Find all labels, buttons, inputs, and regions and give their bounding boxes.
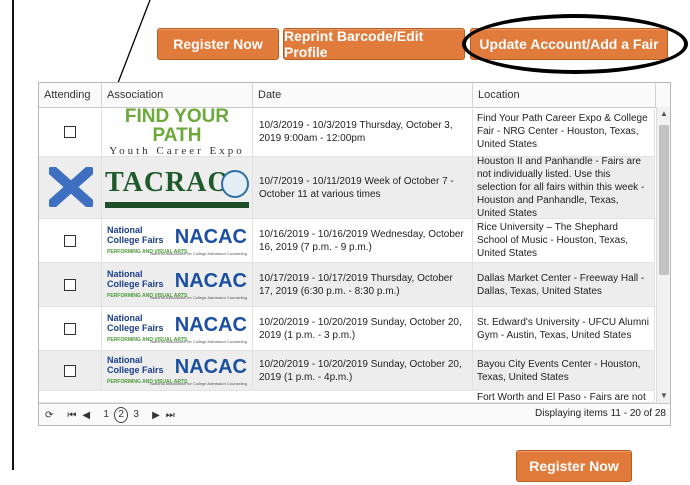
prev-page-icon[interactable]: ◀ xyxy=(82,410,90,421)
date-cell: 10/16/2019 - 10/16/2019 Wednesday, Octob… xyxy=(253,219,473,262)
table-row[interactable]: National College Fairs PERFORMING AND VISU… xyxy=(39,219,655,263)
scroll-up-icon[interactable]: ▲ xyxy=(657,107,670,121)
vertical-scrollbar[interactable]: ▲ ▼ xyxy=(656,107,670,403)
date-cell: 10/7/2019 - 10/11/2019 Week of October 7… xyxy=(253,157,473,218)
location-cell: Find Your Path Career Expo & College Fai… xyxy=(473,107,655,156)
last-page-icon[interactable]: ⏭ xyxy=(166,410,175,421)
first-page-icon[interactable]: ⏮ xyxy=(67,410,76,421)
column-header-date[interactable]: Date xyxy=(253,83,473,107)
logo-right-sub: National Association for College Admissi… xyxy=(150,338,247,344)
association-cell: National College Fairs PERFORMING AND VISU… xyxy=(102,263,253,306)
table-row[interactable]: FIND YOUR PATH Youth Career Expo 10/3/20… xyxy=(39,107,655,157)
grid-header: Attending Association Date Location xyxy=(39,83,670,108)
location-cell: St. Edward's University - UFCU Alumni Gy… xyxy=(473,307,655,350)
attending-cell xyxy=(39,351,102,390)
logo-bar xyxy=(105,201,249,208)
register-now-button[interactable]: Register Now xyxy=(157,28,279,60)
table-row[interactable]: National College Fairs PERFORMING AND VISU… xyxy=(39,263,655,307)
column-header-association[interactable]: Association xyxy=(102,83,253,107)
scroll-down-icon[interactable]: ▼ xyxy=(657,389,670,403)
tacrao-logo: TACRAO xyxy=(105,167,249,208)
logo-right-sub: National Association for College Admissi… xyxy=(150,250,247,256)
logo-right: NACAC xyxy=(174,313,247,336)
location-cell: Rice University – The Shephard School of… xyxy=(473,219,655,262)
table-row[interactable]: National College Fairs PERFORMING AND VISU… xyxy=(39,307,655,351)
annotation-vertical-line xyxy=(12,0,14,470)
nacac-logo: National College Fairs PERFORMING AND VISU… xyxy=(107,222,247,260)
logo-right-sub: National Association for College Admissi… xyxy=(150,294,247,300)
attending-checkbox[interactable] xyxy=(64,125,76,138)
date-cell: 10/20/2019 - 10/20/2019 Sunday, October … xyxy=(253,351,473,390)
attending-cell xyxy=(39,219,102,262)
attending-checkbox[interactable] xyxy=(64,278,76,291)
attending-cell xyxy=(39,307,102,350)
nacac-logo: National College Fairs PERFORMING AND VISU… xyxy=(107,266,247,304)
table-row[interactable]: Fort Worth and El Paso - Fairs are not xyxy=(39,391,655,403)
register-now-bottom-button[interactable]: Register Now xyxy=(516,450,632,482)
grid-pager: ⟳ ⏮ ◀ 1 2 3 ▶ ⏭ Displaying items 11 - 20… xyxy=(39,403,670,425)
column-header-attending[interactable]: Attending xyxy=(39,83,102,107)
nacac-logo: National College Fairs PERFORMING AND VISU… xyxy=(107,352,247,390)
date-cell: 10/17/2019 - 10/17/2019 Thursday, Octobe… xyxy=(253,263,473,306)
update-account-button[interactable]: Update Account/Add a Fair xyxy=(470,28,668,60)
location-cell: Houston II and Panhandle - Fairs are not… xyxy=(473,156,655,219)
association-cell: National College Fairs PERFORMING AND VISU… xyxy=(102,219,253,262)
logo-right: NACAC xyxy=(174,225,247,248)
page-3[interactable]: 3 xyxy=(130,408,142,422)
table-row[interactable]: TACRAO 10/7/2019 - 10/11/2019 Week of Oc… xyxy=(39,156,655,219)
column-header-location[interactable]: Location xyxy=(473,83,656,107)
attending-cell xyxy=(39,263,102,306)
association-cell: National College Fairs PERFORMING AND VISU… xyxy=(102,307,253,350)
pager-info: Displaying items 11 - 20 of 28 xyxy=(535,408,666,419)
page-2-current[interactable]: 2 xyxy=(114,407,129,423)
logo-title: FIND YOUR PATH xyxy=(124,105,230,146)
nacac-logo: National College Fairs PERFORMING AND VISU… xyxy=(107,310,247,348)
date-cell: 10/3/2019 - 10/3/2019 Thursday, October … xyxy=(253,107,473,156)
logo-right: NACAC xyxy=(174,355,247,378)
next-page-icon[interactable]: ▶ xyxy=(152,410,160,421)
attending-checkbox[interactable] xyxy=(64,322,76,335)
attending-cell xyxy=(39,157,102,218)
logo-right: NACAC xyxy=(174,269,247,292)
reprint-barcode-button[interactable]: Reprint Barcode/Edit Profile xyxy=(283,28,465,60)
find-your-path-logo: FIND YOUR PATH Youth Career Expo xyxy=(108,107,246,157)
location-cell: Dallas Market Center - Freeway Hall - Da… xyxy=(473,263,655,306)
refresh-icon[interactable]: ⟳ xyxy=(45,410,53,421)
seal-icon xyxy=(221,169,249,198)
logo-right-sub: National Association for College Admissi… xyxy=(150,380,247,386)
location-cell: Fort Worth and El Paso - Fairs are not xyxy=(473,391,655,402)
page-1[interactable]: 1 xyxy=(100,408,112,422)
attending-cell xyxy=(39,107,102,156)
table-row[interactable]: National College Fairs PERFORMING AND VISU… xyxy=(39,351,655,391)
association-cell: TACRAO xyxy=(102,157,253,218)
association-cell: FIND YOUR PATH Youth Career Expo xyxy=(102,107,253,157)
association-cell: National College Fairs PERFORMING AND VISU… xyxy=(102,351,253,390)
attending-checkbox[interactable] xyxy=(64,234,76,247)
fairs-grid: Attending Association Date Location FIND… xyxy=(38,82,671,426)
location-cell: Bayou City Events Center - Houston, Texa… xyxy=(473,351,655,390)
logo-subtitle: Youth Career Expo xyxy=(109,144,245,157)
date-cell: 10/20/2019 - 10/20/2019 Sunday, October … xyxy=(253,307,473,350)
scrollbar-thumb[interactable] xyxy=(659,125,669,275)
x-mark-icon[interactable] xyxy=(49,167,93,207)
attending-checkbox[interactable] xyxy=(64,364,76,377)
